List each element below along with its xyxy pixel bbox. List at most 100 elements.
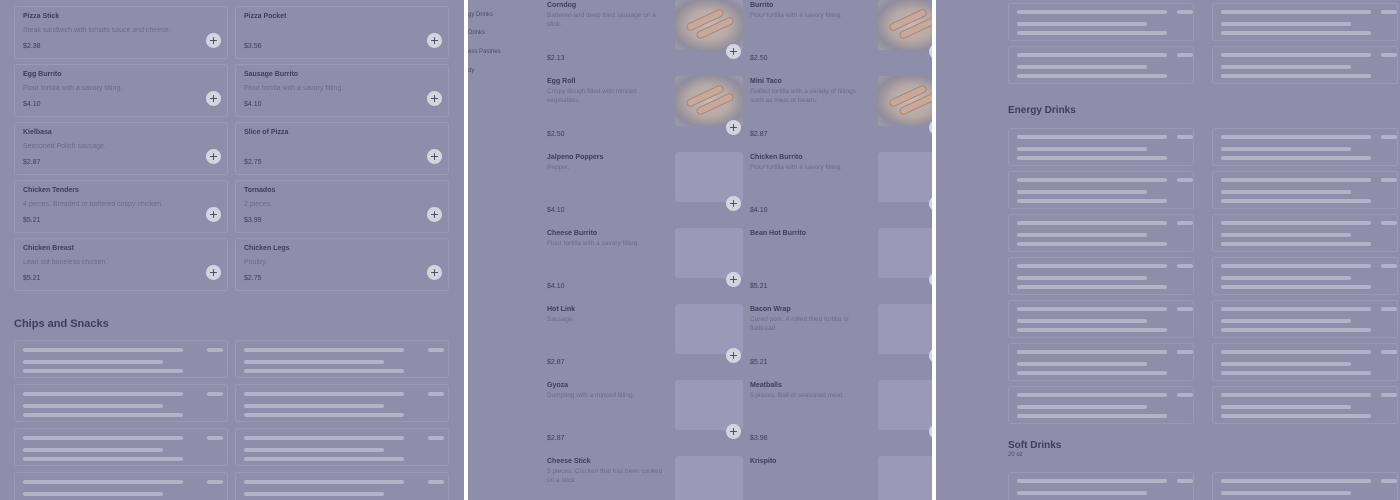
add-to-cart-button[interactable]: + — [206, 207, 221, 222]
menu-item-card[interactable]: Meatballs 5 pieces. Ball of seasoned meat… — [750, 378, 932, 448]
add-to-cart-button[interactable]: + — [206, 265, 221, 280]
plus-icon: + — [208, 92, 219, 105]
menu-item-card[interactable]: Bacon Wrap Cured pork. A rolled filled to… — [750, 302, 932, 372]
skeleton-line — [1381, 135, 1397, 139]
menu-item-card[interactable]: Bean Hot Burrito $5.21 + — [750, 226, 932, 296]
item-price: $2.50 — [547, 131, 565, 138]
skeleton-card — [14, 384, 228, 422]
skeleton-line — [428, 348, 444, 352]
item-image — [675, 76, 743, 126]
add-to-cart-button[interactable]: + — [206, 91, 221, 106]
skeleton-line — [1017, 242, 1167, 246]
skeleton-line — [1221, 328, 1371, 332]
menu-item-card[interactable]: Egg Roll Crispy dough filled with minced … — [547, 74, 743, 144]
menu-item-card[interactable]: Kielbasa Seasoned Polish sausage. $2.87 + — [14, 122, 228, 175]
menu-item-card[interactable]: Burrito Flour tortilla with a savory fill… — [750, 0, 932, 68]
category-nav-drinks[interactable]: Drinks — [468, 30, 485, 36]
menu-item-card[interactable]: Pizza Stick Steak sandwich with tomato sa… — [14, 6, 228, 59]
plus-icon: + — [429, 92, 440, 105]
menu-item-card[interactable]: Chicken Burrito Flour tortilla with a sav… — [750, 150, 932, 220]
skeleton-line — [1177, 264, 1193, 268]
menu-item-card[interactable]: Pizza Pocket $3.56 + — [235, 6, 449, 59]
item-price: $3.56 — [244, 43, 262, 50]
add-to-cart-button[interactable]: + — [929, 348, 932, 363]
add-to-cart-button[interactable]: + — [427, 149, 442, 164]
skeleton-line — [1177, 178, 1193, 182]
skeleton-line — [1381, 221, 1397, 225]
item-description: 4 pieces. Breaded or battered crispy chi… — [23, 201, 164, 208]
skeleton-line — [23, 404, 163, 408]
add-to-cart-button[interactable]: + — [929, 272, 932, 287]
add-to-cart-button[interactable]: + — [929, 196, 932, 211]
add-to-cart-button[interactable]: + — [929, 424, 932, 439]
item-description: Flour tortilla with a savory filling. — [23, 85, 123, 92]
skeleton-line — [1017, 178, 1167, 182]
add-to-cart-button[interactable]: + — [427, 91, 442, 106]
menu-item-card[interactable]: Krispito — [750, 454, 932, 500]
skeleton-line — [23, 436, 183, 440]
menu-item-card[interactable]: Gyoza Dumpling with a minced filling. $2.8… — [547, 378, 743, 448]
menu-item-card[interactable]: Sausage Burrito Flour tortilla with a sav… — [235, 64, 449, 117]
menu-item-card[interactable]: Cheese Burrito Flour tortilla with a savo… — [547, 226, 743, 296]
skeleton-line — [1017, 319, 1147, 323]
add-to-cart-button[interactable]: + — [427, 33, 442, 48]
skeleton-line — [1017, 221, 1167, 225]
item-price: $2.75 — [244, 159, 262, 166]
skeleton-line — [23, 492, 163, 496]
add-to-cart-button[interactable]: + — [726, 196, 741, 211]
menu-item-card[interactable]: Mini Taco Folded tortilla with a variety … — [750, 74, 932, 144]
skeleton-line — [1221, 371, 1371, 375]
plus-icon: + — [728, 349, 739, 362]
menu-item-card[interactable]: Tornados 2 pieces. $3.99 + — [235, 180, 449, 233]
item-image — [878, 304, 932, 354]
menu-item-card[interactable]: Chicken Breast Lean cut boneless chicken.… — [14, 238, 228, 291]
item-name: Hot Link — [547, 306, 575, 313]
category-nav-pastries[interactable]: ess Pastries — [468, 49, 501, 55]
menu-item-card[interactable]: Chicken Tenders 4 pieces. Breaded or batt… — [14, 180, 228, 233]
plus-icon: + — [728, 197, 739, 210]
add-to-cart-button[interactable]: + — [726, 272, 741, 287]
skeleton-line — [244, 448, 384, 452]
skeleton-line — [428, 392, 444, 396]
item-description: Crispy dough filled with minced vegetabl… — [547, 88, 637, 104]
item-name: Corndog — [547, 2, 577, 9]
item-description: Flour tortilla with a savory filling. — [750, 164, 843, 171]
add-to-cart-button[interactable]: + — [726, 44, 741, 59]
menu-item-card[interactable]: Corndog Battered and deep fried sausage o… — [547, 0, 743, 68]
skeleton-line — [1381, 350, 1397, 354]
add-to-cart-button[interactable]: + — [206, 33, 221, 48]
category-nav-energy[interactable]: gy Drinks — [468, 12, 493, 18]
item-name: Jalpeno Poppers — [547, 154, 604, 161]
skeleton-line — [244, 369, 404, 373]
menu-item-card[interactable]: Jalpeno Poppers Pepper. $4.10 + — [547, 150, 743, 220]
item-description: Pepper. — [547, 164, 570, 171]
skeleton-line — [23, 480, 183, 484]
skeleton-card — [1008, 171, 1194, 209]
item-price: $4.10 — [547, 283, 565, 290]
add-to-cart-button[interactable]: + — [726, 348, 741, 363]
item-name: Sausage Burrito — [244, 71, 299, 78]
menu-item-card[interactable]: Egg Burrito Flour tortilla with a savory … — [14, 64, 228, 117]
skeleton-card — [1008, 46, 1194, 84]
add-to-cart-button[interactable]: + — [726, 120, 741, 135]
skeleton-line — [1381, 53, 1397, 57]
skeleton-card — [1212, 343, 1398, 381]
skeleton-line — [207, 392, 223, 396]
add-to-cart-button[interactable]: + — [206, 149, 221, 164]
skeleton-card — [235, 340, 449, 378]
skeleton-line — [244, 436, 404, 440]
skeleton-card — [1212, 300, 1398, 338]
menu-item-card[interactable]: Chicken Legs Poultry. $2.75 + — [235, 238, 449, 291]
item-description: Sausage. — [547, 316, 575, 323]
menu-item-card[interactable]: Slice of Pizza $2.75 + — [235, 122, 449, 175]
item-price: $4.10 — [244, 101, 262, 108]
menu-item-card[interactable]: Cheese Stick 5 pieces. Chicken that has b… — [547, 454, 743, 500]
add-to-cart-button[interactable]: + — [427, 207, 442, 222]
add-to-cart-button[interactable]: + — [929, 44, 932, 59]
category-nav-candy[interactable]: dy — [468, 68, 474, 74]
add-to-cart-button[interactable]: + — [427, 265, 442, 280]
add-to-cart-button[interactable]: + — [726, 424, 741, 439]
menu-panel-middle: gy Drinks Drinks ess Pastries dy Corndog… — [468, 0, 932, 500]
add-to-cart-button[interactable]: + — [929, 120, 932, 135]
menu-item-card[interactable]: Hot Link Sausage. $2.87 + — [547, 302, 743, 372]
